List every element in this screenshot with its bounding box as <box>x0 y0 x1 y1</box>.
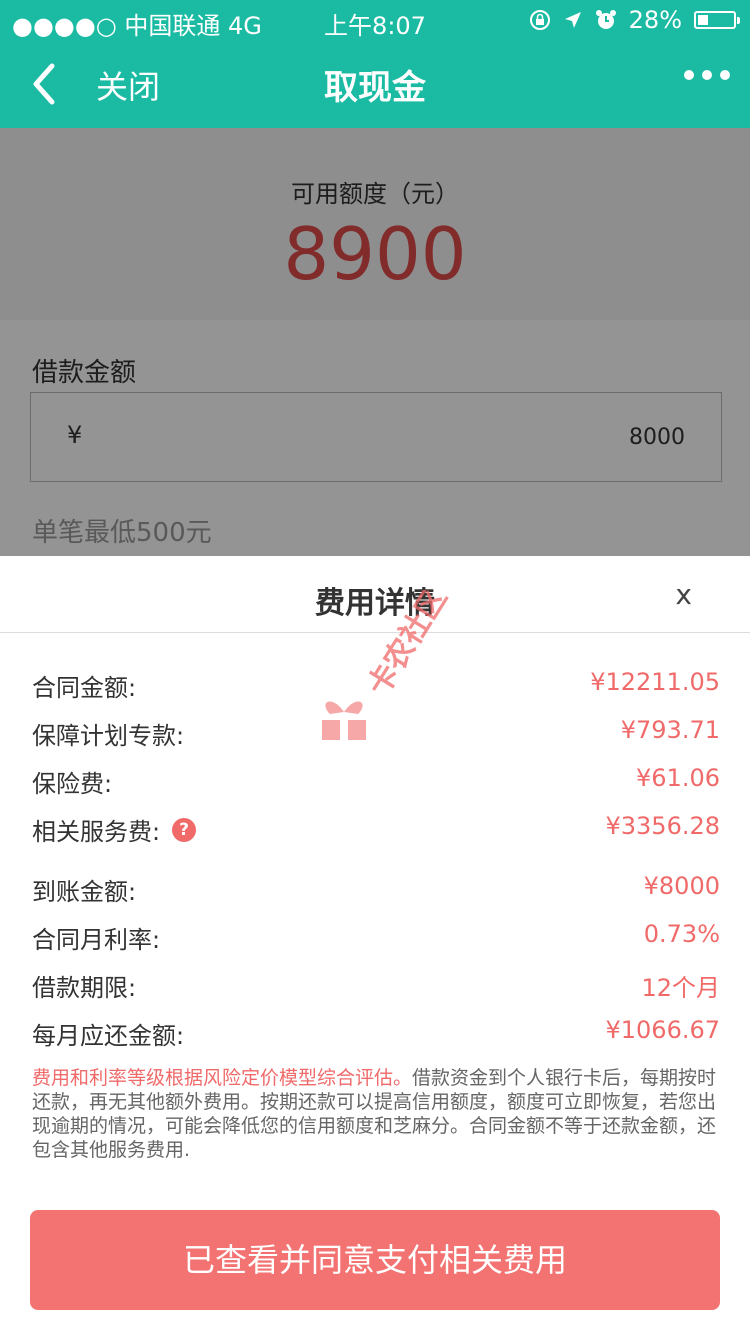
battery-percent: 28% <box>628 6 682 34</box>
fee-label: 相关服务费: <box>32 818 161 846</box>
fee-row-loan-term: 借款期限: 12个月 <box>32 962 720 1002</box>
more-dot <box>702 70 712 80</box>
lock-rotation-icon <box>529 10 550 30</box>
fee-row-monthly-rate: 合同月利率: 0.73% <box>32 914 720 954</box>
more-dot <box>720 70 730 80</box>
watermark-logo: 卡农社区 <box>322 590 452 744</box>
modal-backdrop[interactable] <box>0 128 750 556</box>
fee-row-monthly-payment: 每月应还金额: ¥1066.67 <box>32 1010 720 1050</box>
fee-value: ¥793.71 <box>620 716 720 744</box>
disclaimer-highlight: 费用和利率等级根据风险定价模型综合评估。 <box>32 1067 413 1089</box>
status-bar: ●●●●○ 中国联通 4G 上午8:07 28% <box>0 0 750 40</box>
fee-row-service-fee: 相关服务费: ? ¥3356.28 <box>32 806 720 846</box>
help-icon[interactable]: ? <box>172 817 197 842</box>
gift-icon <box>322 701 366 744</box>
fee-value: ¥3356.28 <box>605 812 720 840</box>
fee-value: ¥12211.05 <box>590 668 720 696</box>
battery-fill <box>698 15 708 25</box>
fee-value: 0.73% <box>643 920 720 948</box>
fee-disclaimer: 费用和利率等级根据风险定价模型综合评估。借款资金到个人银行卡后，每期按时还款，再… <box>32 1066 720 1162</box>
location-arrow-icon <box>564 12 581 28</box>
fee-label: 每月应还金额: <box>32 1022 185 1050</box>
battery-icon <box>694 11 740 29</box>
back-chevron-icon[interactable] <box>22 60 70 108</box>
fee-label: 到账金额: <box>32 878 137 906</box>
fee-label: 合同月利率: <box>32 926 161 954</box>
fee-value: ¥8000 <box>643 872 720 900</box>
status-right: 28% <box>529 6 740 34</box>
agree-fees-button[interactable]: 已查看并同意支付相关费用 <box>30 1210 720 1310</box>
more-dots-icon[interactable] <box>684 70 730 80</box>
fee-row-received-amount: 到账金额: ¥8000 <box>32 866 720 906</box>
fee-label: 保险费: <box>32 770 113 798</box>
watermark-text: 卡农社区 <box>361 590 452 702</box>
fee-row-insurance: 保险费: ¥61.06 <box>32 758 720 798</box>
fee-value: ¥61.06 <box>636 764 720 792</box>
fee-label: 借款期限: <box>32 974 137 1002</box>
fee-label: 合同金额: <box>32 674 137 702</box>
fee-label-wrap: 相关服务费: ? <box>32 812 197 847</box>
close-link[interactable]: 关闭 <box>96 62 160 108</box>
fee-value: ¥1066.67 <box>605 1016 720 1044</box>
fee-label: 保障计划专款: <box>32 722 185 750</box>
close-icon[interactable]: x <box>675 578 692 611</box>
fee-value: 12个月 <box>641 974 720 1002</box>
alarm-icon <box>595 10 616 29</box>
nav-bar: 关闭 取现金 <box>0 40 750 128</box>
more-dot <box>684 70 694 80</box>
